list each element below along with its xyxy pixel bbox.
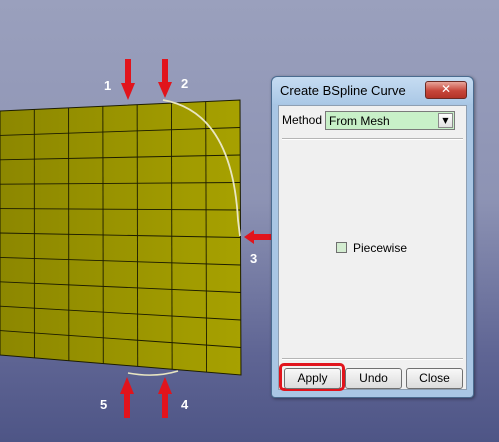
divider [282,358,463,360]
dialog-body: Method From Mesh ▼ Piecewise Apply Undo … [278,105,467,391]
method-label: Method [282,113,323,127]
close-button[interactable]: Close [406,368,463,389]
annotation-label-4: 4 [181,397,189,412]
annotation-label-2: 2 [181,76,189,91]
red-arrow-icon-3 [244,230,271,244]
undo-button[interactable]: Undo [345,368,402,389]
annotation-label-3: 3 [250,251,258,266]
annotation-label-5: 5 [100,397,108,412]
divider [282,138,463,140]
method-select[interactable]: From Mesh ▼ [325,111,455,130]
annotation-label-1: 1 [104,78,112,93]
chevron-down-icon[interactable]: ▼ [438,113,453,128]
method-value: From Mesh [329,114,390,128]
bspline-curve-bottom [127,370,179,376]
dialog-title: Create BSpline Curve [280,83,406,98]
dialog-titlebar[interactable]: Create BSpline Curve ✕ [272,77,473,104]
piecewise-label: Piecewise [353,241,408,255]
piecewise-checkbox-box[interactable] [336,242,347,253]
red-arrow-icon-1 [121,59,135,100]
mesh-surface [0,99,242,376]
red-arrow-icon-5 [120,377,134,418]
red-arrow-icon-2 [158,59,172,98]
red-arrow-icon-4 [158,377,172,418]
create-bspline-dialog: Create BSpline Curve ✕ Method From Mesh … [271,76,474,398]
close-icon[interactable]: ✕ [425,81,467,99]
apply-button[interactable]: Apply [284,368,341,389]
